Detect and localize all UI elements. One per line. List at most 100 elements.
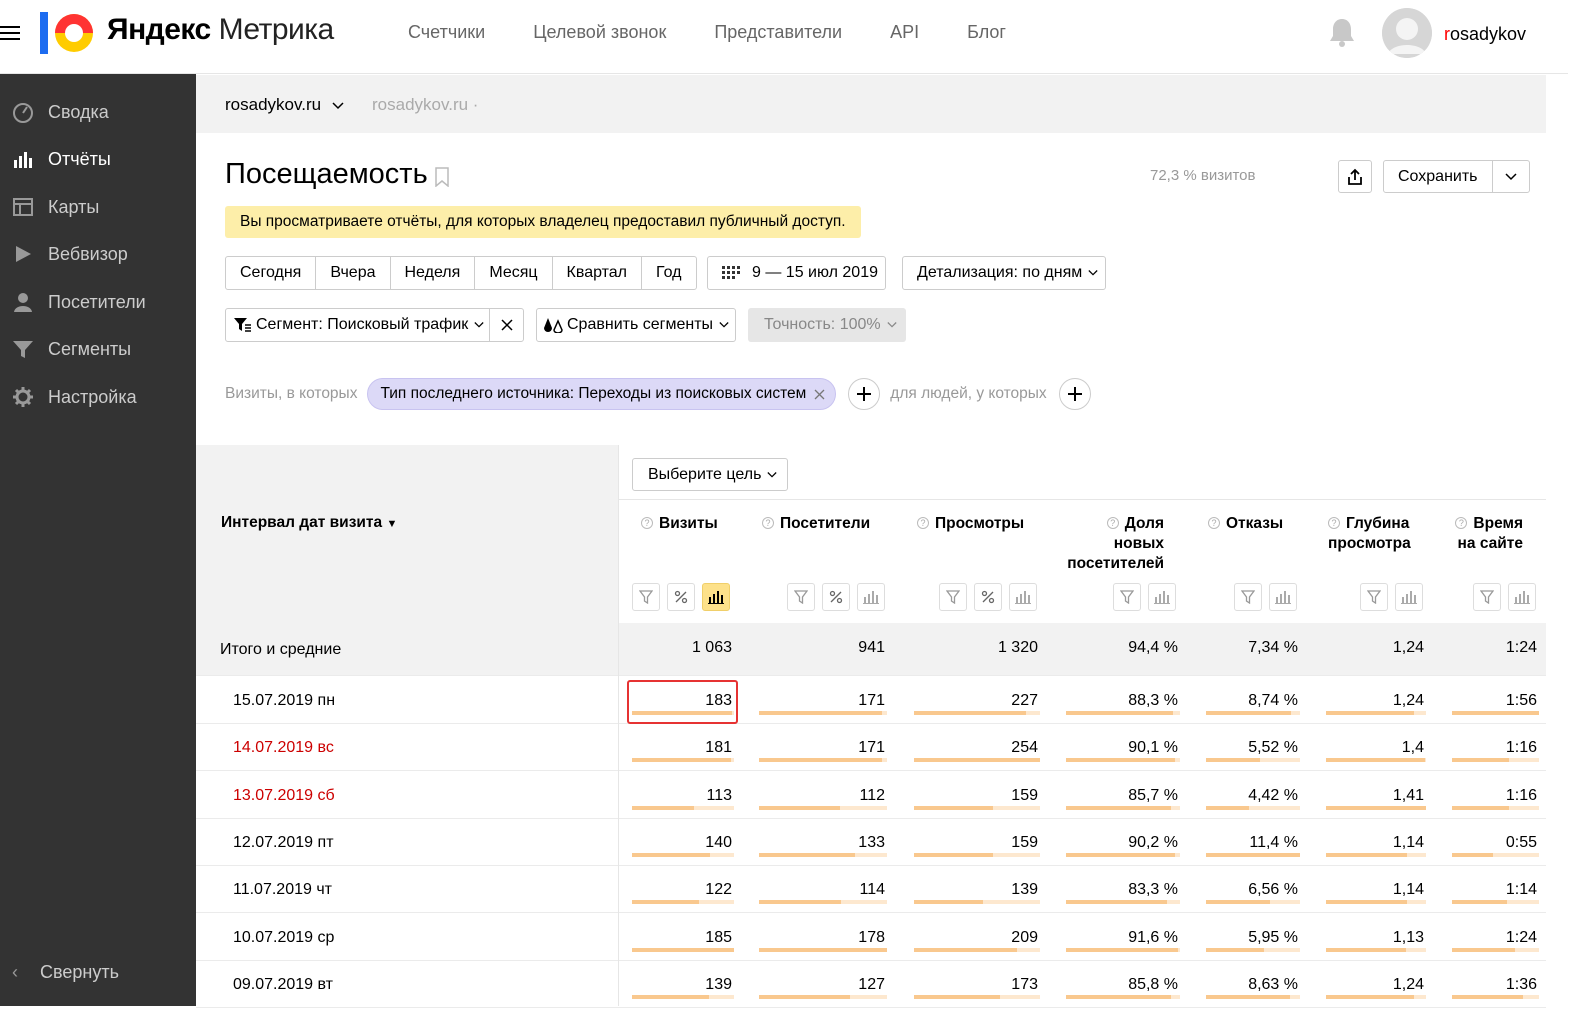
bar-chart-toggle-visits[interactable] <box>702 583 730 611</box>
nav-api[interactable]: API <box>890 22 919 43</box>
percent-toggle-visits[interactable] <box>667 583 695 611</box>
bar-chart-toggle-bounce-rate[interactable] <box>1269 583 1297 611</box>
sidebar-item-webvisor[interactable]: Вебвизор <box>0 234 196 274</box>
dimension-header[interactable]: Интервал дат визита ▼ <box>221 514 397 532</box>
help-icon[interactable]: ? <box>1328 517 1340 529</box>
segment-clear-button[interactable] <box>490 309 523 341</box>
filter-toggle-visitors[interactable] <box>787 583 815 611</box>
row-date[interactable]: 14.07.2019 вс <box>233 739 334 757</box>
bar-chart-toggle-new-visitors-share[interactable] <box>1148 583 1176 611</box>
table-row[interactable]: 14.07.2019 вс 181 171 254 90,1 % 5,52 % 1,4 1:1… <box>196 724 1546 772</box>
table-row[interactable]: 09.07.2019 вт 139 127 173 85,8 % 8,63 % 1,24 1:… <box>196 960 1546 1008</box>
sidebar-item-segments[interactable]: Сегменты <box>0 329 196 369</box>
help-icon[interactable]: ? <box>641 517 653 529</box>
percent-toggle-visitors[interactable] <box>822 583 850 611</box>
percent-icon <box>981 590 995 604</box>
bookmark-icon[interactable] <box>435 167 449 187</box>
cell-pageviews: 159 <box>1011 786 1038 804</box>
username[interactable]: rosadykov <box>1444 24 1526 45</box>
close-icon[interactable] <box>814 389 825 400</box>
filter-toggle-page-depth[interactable] <box>1360 583 1388 611</box>
period-yesterday[interactable]: Вчера <box>316 257 391 289</box>
cell-new-visitors-share: 90,1 % <box>1128 739 1178 757</box>
detail-select[interactable]: Детализация: по дням <box>902 256 1106 290</box>
sidebar-item-settings[interactable]: Настройка <box>0 377 196 417</box>
bell-icon[interactable] <box>1328 17 1356 47</box>
row-date[interactable]: 09.07.2019 вт <box>233 976 333 994</box>
table-row[interactable]: 15.07.2019 пн 183 171 227 88,3 % 8,74 % 1,24 1:… <box>196 677 1546 724</box>
filter-toggle-new-visitors-share[interactable] <box>1113 583 1141 611</box>
compare-segments-button[interactable]: Сравнить сегменты <box>536 308 736 342</box>
period-week[interactable]: Неделя <box>391 257 476 289</box>
filter-toggle-pageviews[interactable] <box>939 583 967 611</box>
cell-visitors: 114 <box>859 881 885 899</box>
logo-text[interactable]: Яндекс Метрика <box>107 13 334 47</box>
column-header-time-on-site[interactable]: ? Время на сайте <box>1455 514 1523 554</box>
chevron-down-icon <box>767 471 778 478</box>
avatar[interactable] <box>1382 8 1432 58</box>
save-button[interactable]: Сохранить <box>1384 161 1493 192</box>
segment-label: Сегмент: Поисковый трафик <box>256 316 469 333</box>
column-header-bounce-rate[interactable]: ? Отказы <box>1208 514 1283 534</box>
column-header-page-depth[interactable]: ? Глубина просмотра <box>1328 514 1411 554</box>
collapse-label: Свернуть <box>40 962 119 982</box>
filter-toggle-bounce-rate[interactable] <box>1234 583 1262 611</box>
percent-toggle-pageviews[interactable] <box>974 583 1002 611</box>
row-date[interactable]: 10.07.2019 ср <box>233 929 334 947</box>
help-icon[interactable]: ? <box>762 517 774 529</box>
metrika-logo-icon[interactable] <box>40 12 96 54</box>
period-month[interactable]: Месяц <box>475 257 553 289</box>
help-icon[interactable]: ? <box>1208 517 1220 529</box>
bar-chart-toggle-page-depth[interactable] <box>1395 583 1423 611</box>
bar-chart-toggle-pageviews[interactable] <box>1009 583 1037 611</box>
date-range-picker[interactable]: 9 — 15 июл 2019 <box>707 256 886 290</box>
share-button[interactable] <box>1338 160 1372 193</box>
sidebar: Сводка Отчёты Карты Вебвизор Посетители … <box>0 74 196 1006</box>
add-people-condition-button[interactable] <box>1058 378 1091 410</box>
compare-label: Сравнить сегменты <box>567 316 714 333</box>
table-row[interactable]: 11.07.2019 чт 122 114 139 83,3 % 6,56 % 1,14 1:… <box>196 866 1546 914</box>
menu-icon[interactable] <box>0 22 22 44</box>
filter-toggle-visits[interactable] <box>632 583 660 611</box>
save-dropdown[interactable] <box>1493 161 1529 192</box>
table-row[interactable]: 13.07.2019 сб 113 112 159 85,7 % 4,42 % 1,41 1:… <box>196 771 1546 819</box>
period-quarter[interactable]: Квартал <box>553 257 643 289</box>
column-header-pageviews[interactable]: ? Просмотры <box>917 514 1024 534</box>
nav-blog[interactable]: Блог <box>967 22 1006 43</box>
column-header-visits[interactable]: ? Визиты <box>641 514 718 534</box>
nav-target-call[interactable]: Целевой звонок <box>533 22 666 43</box>
sidebar-item-summary[interactable]: Сводка <box>0 92 196 132</box>
period-today[interactable]: Сегодня <box>226 257 317 289</box>
bar-chart-toggle-visitors[interactable] <box>857 583 885 611</box>
table-row[interactable]: 12.07.2019 пт 140 133 159 90,2 % 11,4 % 1,14 0:… <box>196 818 1546 866</box>
sidebar-item-reports[interactable]: Отчёты <box>0 139 196 179</box>
period-year[interactable]: Год <box>642 257 695 289</box>
table-row[interactable]: 10.07.2019 ср 185 178 209 91,6 % 5,95 % 1,13 1:… <box>196 913 1546 961</box>
sidebar-collapse-button[interactable]: ‹ Свернуть <box>12 962 119 983</box>
column-header-visitors[interactable]: ? Посетители <box>762 514 870 534</box>
filter-chip[interactable]: Тип последнего источника: Переходы из по… <box>367 378 837 410</box>
help-icon[interactable]: ? <box>1106 517 1119 529</box>
nav-representatives[interactable]: Представители <box>714 22 842 43</box>
filter-toggle-time-on-site[interactable] <box>1473 583 1501 611</box>
column-header-new-visitors-share[interactable]: ? Доля новых посетителей <box>1067 514 1164 574</box>
help-icon[interactable]: ? <box>917 517 929 529</box>
bar-chart-toggle-time-on-site[interactable] <box>1508 583 1536 611</box>
total-visitors: 941 <box>858 639 885 656</box>
row-date[interactable]: 11.07.2019 чт <box>233 881 332 899</box>
accuracy-select[interactable]: Точность: 100% <box>748 308 906 342</box>
row-date[interactable]: 12.07.2019 пт <box>233 834 334 852</box>
row-date[interactable]: 15.07.2019 пн <box>233 692 335 710</box>
sidebar-item-maps[interactable]: Карты <box>0 187 196 227</box>
goal-select[interactable]: Выберите цель <box>632 458 788 491</box>
cell-bounce-rate: 6,56 % <box>1248 881 1298 899</box>
sidebar-item-visitors[interactable]: Посетители <box>0 282 196 322</box>
site-selector[interactable]: rosadykov.ru <box>225 95 344 115</box>
help-icon[interactable]: ? <box>1455 517 1468 529</box>
total-label: Итого и средние <box>220 641 342 658</box>
add-visit-condition-button[interactable] <box>848 378 881 410</box>
nav-counters[interactable]: Счетчики <box>408 22 485 43</box>
segment-select[interactable]: Сегмент: Поисковый трафик <box>226 309 490 341</box>
row-date[interactable]: 13.07.2019 сб <box>233 787 335 805</box>
site-crumb[interactable]: rosadykov.ru · <box>372 95 478 115</box>
